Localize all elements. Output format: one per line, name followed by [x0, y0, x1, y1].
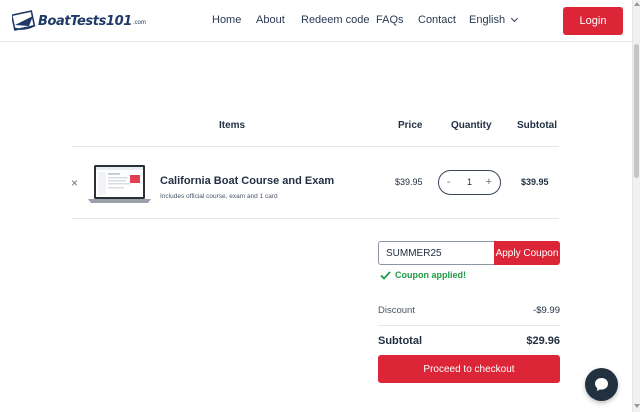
- discount-label: Discount: [378, 305, 415, 316]
- logo-suffix: .com: [132, 20, 146, 26]
- nav-about[interactable]: About: [256, 14, 285, 26]
- column-header-quantity: Quantity: [451, 120, 492, 131]
- scroll-down-arrow-icon[interactable]: [634, 404, 640, 408]
- discount-value: -$9.99: [533, 305, 560, 316]
- proceed-to-checkout-button[interactable]: Proceed to checkout: [378, 355, 560, 383]
- page-scrollbar[interactable]: [632, 0, 640, 412]
- nav-redeem-code[interactable]: Redeem code: [301, 14, 370, 26]
- quantity-stepper: - 1 +: [438, 170, 501, 195]
- table-divider: [72, 146, 559, 147]
- increase-quantity-button[interactable]: +: [486, 176, 492, 188]
- subtotal-value: $29.96: [526, 335, 560, 347]
- nav-contact[interactable]: Contact: [418, 14, 456, 26]
- nav-home[interactable]: Home: [212, 14, 241, 26]
- nav-language[interactable]: English: [469, 14, 519, 26]
- column-header-price: Price: [398, 120, 423, 131]
- item-price: $39.95: [395, 177, 423, 187]
- login-button[interactable]: Login: [563, 7, 623, 35]
- coupon-code-input[interactable]: [378, 241, 495, 265]
- boat-logo-icon: [12, 10, 36, 31]
- item-description: Includes official course, exam and 1 car…: [160, 193, 278, 200]
- totals-divider: [378, 325, 560, 326]
- coupon-status-text: Coupon applied!: [395, 270, 466, 280]
- item-subtotal: $39.95: [521, 177, 549, 187]
- table-divider: [72, 218, 559, 219]
- site-header: BoatTests101 .com Home About Redeem code…: [0, 0, 632, 42]
- scroll-up-arrow-icon[interactable]: [634, 2, 640, 6]
- column-header-subtotal: Subtotal: [517, 120, 557, 131]
- apply-coupon-button[interactable]: Apply Coupon: [494, 241, 560, 265]
- chevron-down-icon: [511, 14, 519, 23]
- column-header-items: Items: [219, 120, 246, 131]
- language-label: English: [469, 14, 506, 26]
- logo[interactable]: BoatTests101 .com: [12, 8, 146, 34]
- chat-bubble-icon: [595, 378, 608, 391]
- course-laptop-thumbnail: [88, 165, 151, 203]
- coupon-status: Coupon applied!: [380, 270, 466, 280]
- nav-faqs[interactable]: FAQs: [376, 14, 404, 26]
- chat-widget-button[interactable]: [585, 368, 618, 401]
- scroll-thumb[interactable]: [634, 44, 639, 178]
- checkmark-icon: [380, 270, 391, 280]
- item-name[interactable]: California Boat Course and Exam: [160, 175, 334, 187]
- remove-item-icon[interactable]: ×: [71, 176, 78, 190]
- logo-text: BoatTests101: [38, 13, 132, 29]
- subtotal-label: Subtotal: [378, 335, 422, 347]
